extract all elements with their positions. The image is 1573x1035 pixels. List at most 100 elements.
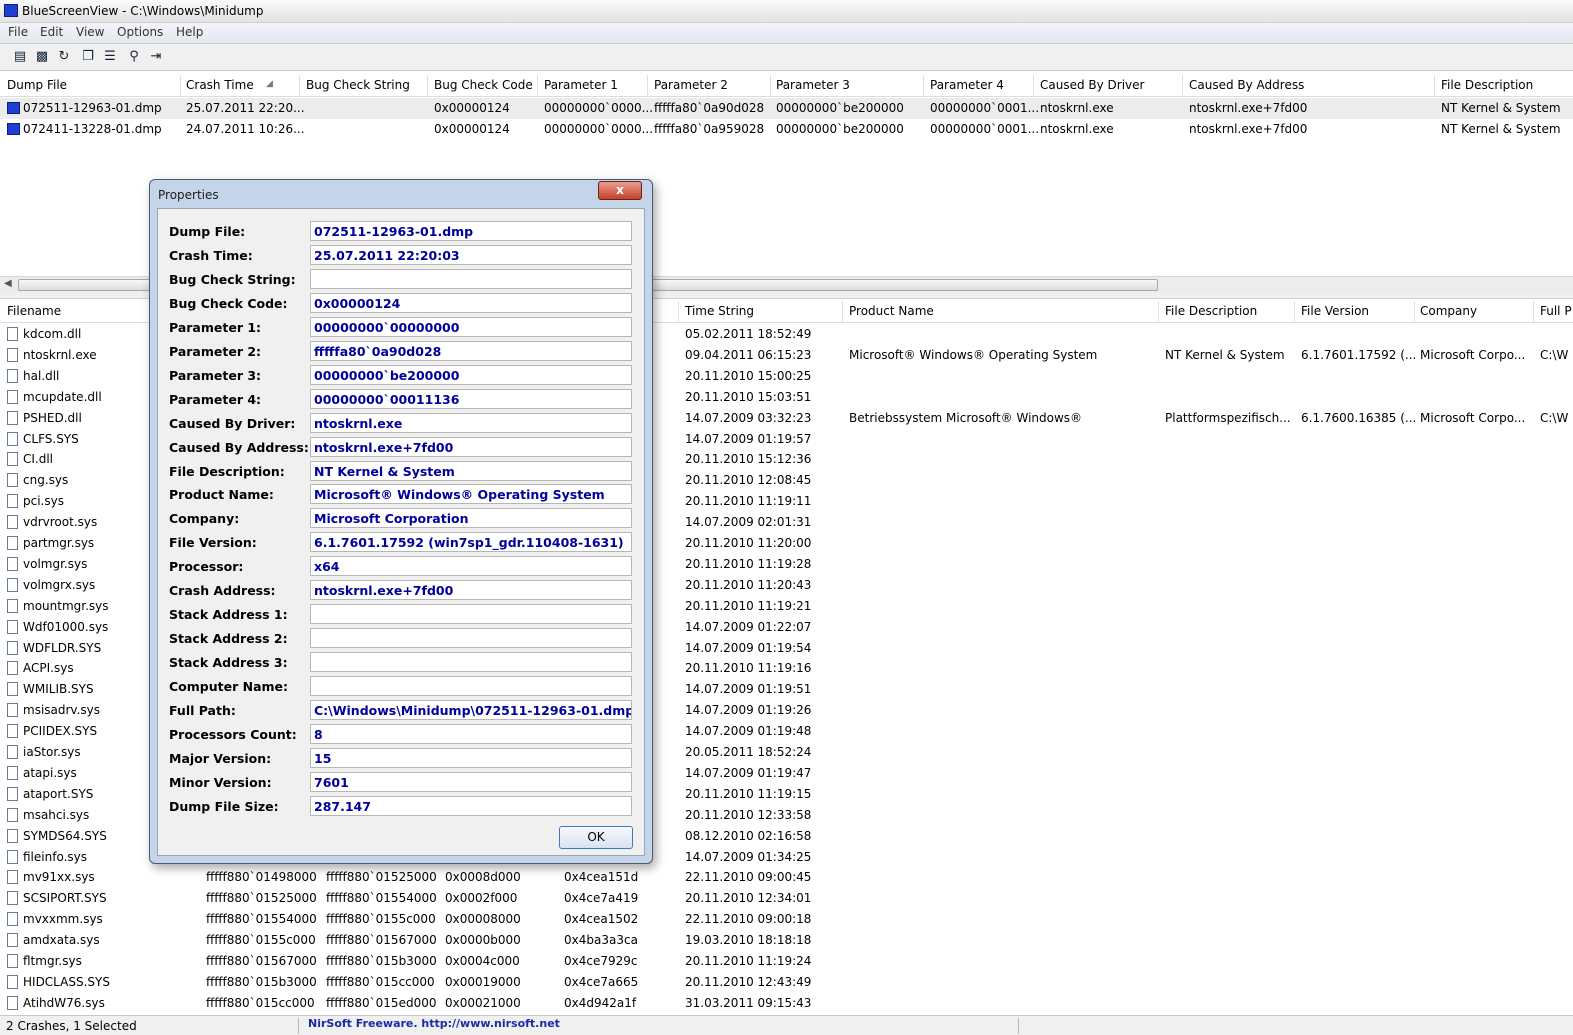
property-value-field[interactable]: 00000000`00011136 [310, 388, 632, 409]
property-value-field[interactable]: ntoskrnl.exe+7fd00 [310, 580, 632, 601]
property-value-field[interactable]: x64 [310, 556, 632, 577]
menu-options[interactable]: Options [117, 25, 163, 39]
cell-time-stamp: 0x4cea1502 [564, 912, 639, 927]
ok-button[interactable]: OK [559, 826, 633, 849]
col-caused-by-driver[interactable]: Caused By Driver [1040, 78, 1144, 92]
cell-size: 0x00021000 [445, 995, 521, 1010]
cell-filename: AtihdW76.sys [23, 995, 105, 1010]
property-value-field[interactable] [310, 604, 632, 625]
exit-icon[interactable]: ⇥ [148, 49, 164, 65]
driver-row[interactable]: amdxata.sys fffff880`0155c000 fffff880`015… [0, 930, 1573, 951]
property-value-field[interactable]: 25.07.2011 22:20:03 [310, 244, 632, 265]
cell-address-base: fffff880`0155c000 [206, 933, 316, 948]
col-product-name[interactable]: Product Name [849, 304, 934, 318]
property-value-field[interactable] [310, 268, 632, 289]
col-bug-check-string[interactable]: Bug Check String [306, 78, 410, 92]
col-parameter-3[interactable]: Parameter 3 [776, 78, 850, 92]
col-filename[interactable]: Filename [7, 304, 61, 318]
cell-full-path: C:\W [1540, 410, 1569, 425]
driver-row[interactable]: SCSIPORT.SYS fffff880`01525000 fffff880`01… [0, 888, 1573, 909]
property-value-field[interactable] [310, 676, 632, 697]
file-icon [7, 431, 18, 446]
col-file-version[interactable]: File Version [1301, 304, 1369, 318]
property-value-field[interactable]: C:\Windows\Minidump\072511-12963-01.dmp [310, 700, 632, 720]
toolbar: ▤ ▩ ↻ ❐ ☰ ⚲ ⇥ [0, 44, 1573, 71]
upper-table-row[interactable]: 072411-13228-01.dmp 24.07.2011 10:26... … [0, 119, 1573, 140]
col-company[interactable]: Company [1420, 304, 1477, 318]
property-value-field[interactable]: Microsoft Corporation [310, 508, 632, 529]
driver-row[interactable]: mv91xx.sys fffff880`01498000 fffff880`0152… [0, 867, 1573, 888]
status-divider [1018, 1018, 1019, 1034]
cell-filename: ACPI.sys [23, 661, 74, 676]
nirsoft-link[interactable]: NirSoft Freeware. http://www.nirsoft.net [308, 1017, 560, 1030]
refresh-icon[interactable]: ↻ [56, 49, 72, 65]
file-icon [7, 389, 18, 404]
cell-time-string: 22.11.2010 09:00:45 [685, 870, 812, 885]
driver-row[interactable]: HIDCLASS.SYS fffff880`015b3000 fffff880`01… [0, 972, 1573, 993]
cell-parameter-1: 00000000`0000... [544, 122, 654, 136]
dialog-title: Properties [158, 188, 219, 202]
driver-row[interactable]: fltmgr.sys fffff880`01567000 fffff880`015b… [0, 951, 1573, 972]
cell-file-description: NT Kernel & System [1441, 122, 1561, 136]
cell-time-string: 08.12.2010 02:16:58 [685, 828, 812, 843]
col-file-description[interactable]: File Description [1165, 304, 1257, 318]
property-value-field[interactable]: 8 [310, 723, 632, 744]
menu-file[interactable]: File [8, 25, 28, 39]
menu-help[interactable]: Help [176, 25, 203, 39]
copy-icon[interactable]: ❐ [80, 49, 96, 65]
col-caused-by-address[interactable]: Caused By Address [1189, 78, 1304, 92]
property-value-field[interactable] [310, 628, 632, 649]
cell-parameter-3: 00000000`be200000 [776, 122, 904, 136]
property-value-field[interactable]: Microsoft® Windows® Operating System [310, 484, 632, 505]
property-label: Parameter 3: [169, 367, 262, 383]
property-value-field[interactable]: NT Kernel & System [310, 460, 632, 481]
cell-filename: mcupdate.dll [23, 389, 102, 404]
col-parameter-4[interactable]: Parameter 4 [930, 78, 1004, 92]
scroll-left-icon[interactable]: ◀ [4, 278, 12, 289]
col-time-string[interactable]: Time String [685, 304, 754, 318]
find-icon[interactable]: ⚲ [126, 49, 142, 65]
menu-edit[interactable]: Edit [40, 25, 63, 39]
col-bug-check-code[interactable]: Bug Check Code [434, 78, 533, 92]
file-icon [7, 745, 18, 759]
cell-filename: WDFLDR.SYS [23, 640, 102, 655]
file-icon [7, 619, 18, 634]
col-parameter-1[interactable]: Parameter 1 [544, 78, 618, 92]
close-icon[interactable]: x [598, 181, 642, 200]
menu-view[interactable]: View [76, 25, 104, 39]
property-label: Minor Version: [169, 774, 272, 790]
driver-row[interactable]: AtihdW76.sys fffff880`015cc000 fffff880`01… [0, 993, 1573, 1014]
property-value-field[interactable]: 15 [310, 747, 632, 768]
cell-parameter-3: 00000000`be200000 [776, 101, 904, 115]
upper-table-row[interactable]: 072511-12963-01.dmp 25.07.2011 22:20... … [0, 98, 1573, 119]
cell-filename: ntoskrnl.exe [23, 347, 97, 362]
property-label: Stack Address 3: [169, 655, 288, 671]
property-value-field[interactable] [310, 652, 632, 673]
property-value-field[interactable]: ntoskrnl.exe [310, 412, 632, 433]
property-value-field[interactable]: 287.147 [310, 795, 632, 816]
property-value-field[interactable]: fffffa80`0a90d028 [310, 340, 632, 361]
cell-time-string: 09.04.2011 06:15:23 [685, 347, 812, 362]
driver-row[interactable]: mvxxmm.sys fffff880`01554000 fffff880`0155… [0, 909, 1573, 930]
property-value-field[interactable]: 00000000`00000000 [310, 316, 632, 337]
property-value-field[interactable]: ntoskrnl.exe+7fd00 [310, 436, 632, 457]
property-value-field[interactable]: 7601 [310, 771, 632, 792]
sort-arrow-icon: ◢ [266, 79, 273, 89]
col-file-description[interactable]: File Description [1441, 78, 1533, 92]
cell-time-stamp: 0x4ce7929c [564, 954, 638, 968]
cell-file-version: 6.1.7601.17592 (... [1301, 347, 1417, 362]
col-crash-time[interactable]: Crash Time [186, 78, 254, 92]
col-dump-file[interactable]: Dump File [7, 78, 67, 92]
file-icon [7, 682, 18, 697]
property-value-field[interactable]: 6.1.7601.17592 (win7sp1_gdr.110408-1631) [310, 532, 632, 553]
property-value-field[interactable]: 00000000`be200000 [310, 364, 632, 385]
save-icon[interactable]: ▩ [34, 49, 50, 65]
property-value-field[interactable]: 0x00000124 [310, 292, 632, 313]
cell-filename: CLFS.SYS [23, 431, 79, 446]
properties-icon[interactable]: ☰ [102, 49, 118, 65]
property-value-field[interactable]: 072511-12963-01.dmp [310, 221, 632, 241]
cell-caused-by-driver: ntoskrnl.exe [1040, 101, 1114, 115]
col-full-path[interactable]: Full P [1540, 304, 1572, 318]
select-columns-icon[interactable]: ▤ [12, 49, 28, 65]
col-parameter-2[interactable]: Parameter 2 [654, 78, 728, 92]
